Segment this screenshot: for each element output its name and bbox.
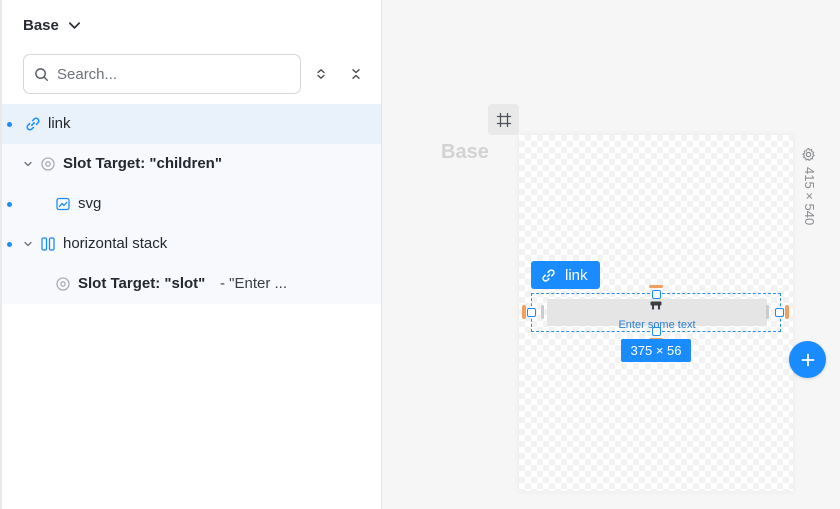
gear-icon [802,147,815,162]
inner-padding-right-handle[interactable] [766,305,769,319]
layer-label: link [48,115,71,132]
active-indicator [7,242,12,247]
move-handle-icon[interactable] [650,301,662,310]
active-indicator [7,122,12,127]
selection-size-badge: 375 × 56 [621,339,691,362]
layer-row-slot-slot[interactable]: Slot Target: "slot" - "Enter ... [2,264,381,304]
padding-left-handle[interactable] [522,305,526,319]
layer-label: Slot Target: "children" [63,155,222,172]
layer-tree: link Slot Target: "children" svg horizon… [2,104,381,304]
frame-name[interactable]: Base [441,141,489,164]
chevron-down-icon[interactable] [23,159,33,169]
padding-right-handle[interactable] [785,305,789,319]
resize-handle-right[interactable] [775,308,784,317]
image-icon [55,196,71,212]
plus-icon [801,353,814,366]
frame-tool-button[interactable] [488,104,519,135]
horizontal-stack-icon [40,236,56,252]
search-input[interactable] [57,65,277,83]
resize-handle-bottom[interactable] [652,327,661,336]
collapse-all-button[interactable] [346,64,366,84]
layer-label: svg [78,195,102,212]
layer-label: Slot Target: "slot" [78,275,206,292]
link-icon [542,268,555,282]
frame-size-control[interactable]: 415 × 540 [800,147,820,247]
frame-icon [496,112,511,127]
layer-row-horizontal-stack[interactable]: horizontal stack [2,224,381,264]
chevrons-collapse-icon [352,69,360,79]
layers-panel: Base link Slot Target: "children" [0,0,382,509]
layer-row-slot-children[interactable]: Slot Target: "children" [2,144,381,184]
active-indicator [7,202,12,207]
frame-size-label: 415 × 540 [802,167,817,226]
slot-target-icon [40,156,56,172]
chevron-down-icon [68,22,80,29]
search-field[interactable] [23,54,301,94]
chevron-down-icon[interactable] [23,239,33,249]
inner-padding-left-handle[interactable] [541,305,544,319]
search-icon [35,67,49,81]
chevron-up-down-icon [317,69,325,79]
variant-selector[interactable]: Base [23,17,82,34]
slot-target-icon [55,276,71,292]
variant-title: Base [23,17,59,34]
resize-handle-top[interactable] [652,290,661,299]
selection-label-text: link [565,266,588,284]
layer-row-link[interactable]: link [2,104,381,144]
add-element-button[interactable] [789,341,826,378]
link-icon [25,116,41,132]
expand-all-button[interactable] [311,64,331,84]
padding-top-handle[interactable] [649,285,663,288]
selection-label-tag[interactable]: link [531,261,600,289]
layer-row-svg[interactable]: svg [2,184,381,224]
layer-label: horizontal stack [63,235,168,252]
resize-handle-left[interactable] [527,308,536,317]
layer-value-preview: - "Enter ... [220,275,288,292]
